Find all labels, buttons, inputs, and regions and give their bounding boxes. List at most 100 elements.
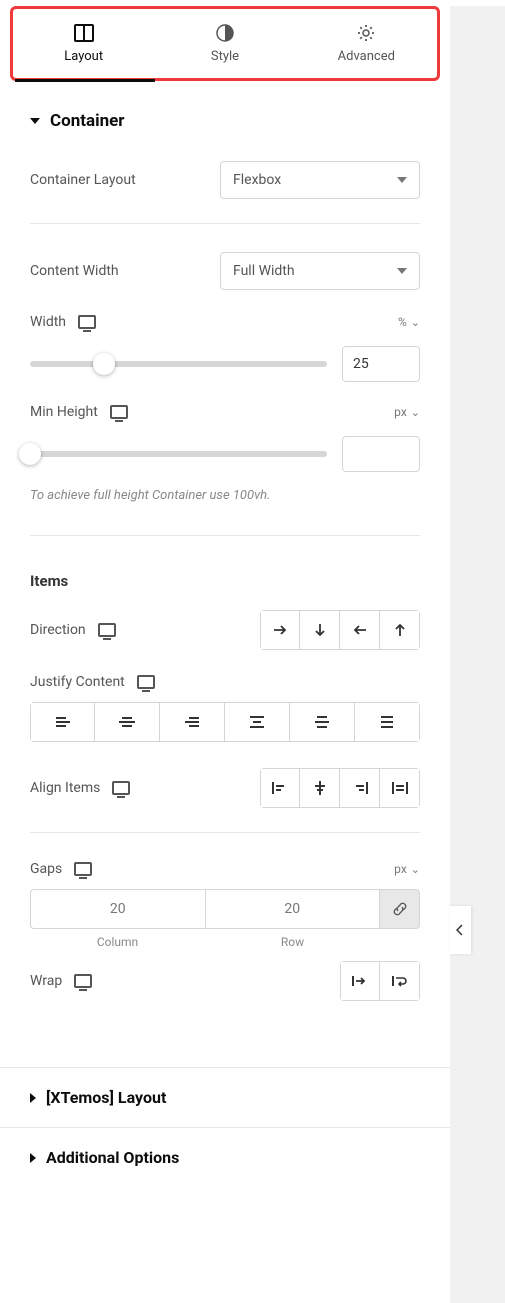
- unit-picker-gaps[interactable]: px ⌄: [394, 862, 420, 876]
- link-icon: [392, 901, 408, 917]
- chevron-left-icon: [456, 924, 464, 936]
- wrap-wrap-button[interactable]: [380, 961, 420, 1001]
- input-min-height-value[interactable]: [342, 436, 420, 472]
- justify-space-between-button[interactable]: [225, 702, 290, 742]
- responsive-icon[interactable]: [98, 623, 116, 637]
- slider-min-height-wrap: [30, 432, 420, 482]
- label-width: Width: [30, 314, 66, 330]
- align-items-buttons: [260, 768, 420, 808]
- slider-width[interactable]: [30, 361, 327, 367]
- label-align-items: Align Items: [30, 780, 100, 796]
- justify-center-button[interactable]: [95, 702, 160, 742]
- align-end-icon: [351, 780, 369, 796]
- unit-width-value: %: [398, 315, 407, 329]
- active-tab-underline: [15, 79, 155, 82]
- separator: [30, 535, 420, 536]
- justify-content-buttons: [30, 702, 420, 742]
- section-additional-header[interactable]: Additional Options: [0, 1127, 450, 1187]
- collapse-panel-button[interactable]: [449, 906, 471, 954]
- responsive-icon[interactable]: [137, 675, 155, 689]
- panel-tabs: Layout Style Advanced: [10, 6, 440, 81]
- tab-layout-label: Layout: [64, 49, 103, 64]
- nowrap-icon: [351, 974, 369, 988]
- align-center-icon: [311, 780, 329, 796]
- caret-right-icon: [30, 1093, 36, 1103]
- select-content-width[interactable]: Full Width: [220, 252, 420, 290]
- justify-start-button[interactable]: [30, 702, 95, 742]
- gap-labels-row: Column Row: [30, 929, 420, 949]
- justify-space-between-icon: [248, 715, 266, 729]
- row-wrap: Wrap: [30, 949, 420, 1013]
- arrow-right-icon: [272, 622, 288, 638]
- select-container-layout-value: Flexbox: [233, 172, 281, 188]
- align-end-button[interactable]: [340, 768, 380, 808]
- arrow-up-icon: [392, 622, 408, 638]
- input-gap-row[interactable]: [205, 889, 381, 929]
- direction-buttons: [260, 610, 420, 650]
- tab-layout[interactable]: Layout: [13, 9, 154, 78]
- responsive-icon[interactable]: [112, 781, 130, 795]
- section-additional-title: Additional Options: [46, 1148, 179, 1167]
- justify-space-around-button[interactable]: [290, 702, 355, 742]
- wrap-nowrap-button[interactable]: [340, 961, 380, 1001]
- chevron-down-icon: ⌄: [411, 316, 420, 329]
- tab-advanced[interactable]: Advanced: [296, 9, 437, 78]
- link-gaps-button[interactable]: [380, 889, 420, 929]
- justify-start-icon: [54, 715, 72, 729]
- chevron-down-icon: [397, 268, 407, 274]
- slider-width-thumb[interactable]: [93, 353, 115, 375]
- right-background-strip: [450, 6, 505, 1303]
- justify-end-button[interactable]: [160, 702, 225, 742]
- row-width: Width % ⌄: [30, 302, 420, 342]
- label-container-layout: Container Layout: [30, 172, 136, 188]
- chevron-down-icon: [397, 177, 407, 183]
- align-stretch-icon: [391, 780, 409, 796]
- wrap-buttons: [340, 961, 420, 1001]
- responsive-icon[interactable]: [110, 405, 128, 419]
- tab-style-label: Style: [211, 49, 239, 64]
- row-justify-content: Justify Content: [30, 662, 420, 694]
- elementor-panel: Layout Style Advanced Container Containe…: [0, 6, 450, 1187]
- select-container-layout[interactable]: Flexbox: [220, 161, 420, 199]
- align-start-button[interactable]: [260, 768, 300, 808]
- separator: [30, 832, 420, 833]
- section-xtemos-header[interactable]: [XTemos] Layout: [0, 1067, 450, 1127]
- direction-row-reverse-button[interactable]: [340, 610, 380, 650]
- section-container-header[interactable]: Container: [30, 91, 420, 149]
- bottom-sections: [XTemos] Layout Additional Options: [0, 1067, 450, 1187]
- slider-min-height[interactable]: [30, 451, 327, 457]
- label-wrap: Wrap: [30, 973, 62, 989]
- label-gaps: Gaps: [30, 861, 62, 877]
- justify-center-icon: [118, 715, 136, 729]
- unit-picker-min-height[interactable]: px ⌄: [394, 405, 420, 419]
- caret-right-icon: [30, 1153, 36, 1163]
- tab-style[interactable]: Style: [154, 9, 295, 78]
- wrap-icon: [391, 974, 409, 988]
- slider-width-wrap: [30, 342, 420, 392]
- row-gaps: Gaps px ⌄: [30, 849, 420, 889]
- responsive-icon[interactable]: [74, 974, 92, 988]
- select-content-width-value: Full Width: [233, 263, 295, 279]
- arrow-left-icon: [352, 622, 368, 638]
- justify-space-evenly-button[interactable]: [355, 702, 420, 742]
- align-center-button[interactable]: [300, 768, 340, 808]
- unit-min-height-value: px: [394, 405, 407, 419]
- gap-row-label: Row: [205, 935, 380, 949]
- direction-row-button[interactable]: [260, 610, 300, 650]
- input-gap-column[interactable]: [30, 889, 205, 929]
- caret-down-icon: [30, 118, 40, 124]
- direction-column-reverse-button[interactable]: [380, 610, 420, 650]
- input-width-value[interactable]: [342, 346, 420, 382]
- row-content-width: Content Width Full Width: [30, 240, 420, 302]
- responsive-icon[interactable]: [74, 862, 92, 876]
- align-stretch-button[interactable]: [380, 768, 420, 808]
- slider-min-height-thumb[interactable]: [19, 443, 41, 465]
- responsive-icon[interactable]: [78, 315, 96, 329]
- direction-column-button[interactable]: [300, 610, 340, 650]
- unit-gaps-value: px: [394, 862, 407, 876]
- label-direction: Direction: [30, 622, 86, 638]
- unit-picker-width[interactable]: % ⌄: [398, 315, 420, 329]
- chevron-down-icon: ⌄: [411, 863, 420, 876]
- style-icon: [215, 23, 235, 43]
- label-min-height: Min Height: [30, 404, 98, 420]
